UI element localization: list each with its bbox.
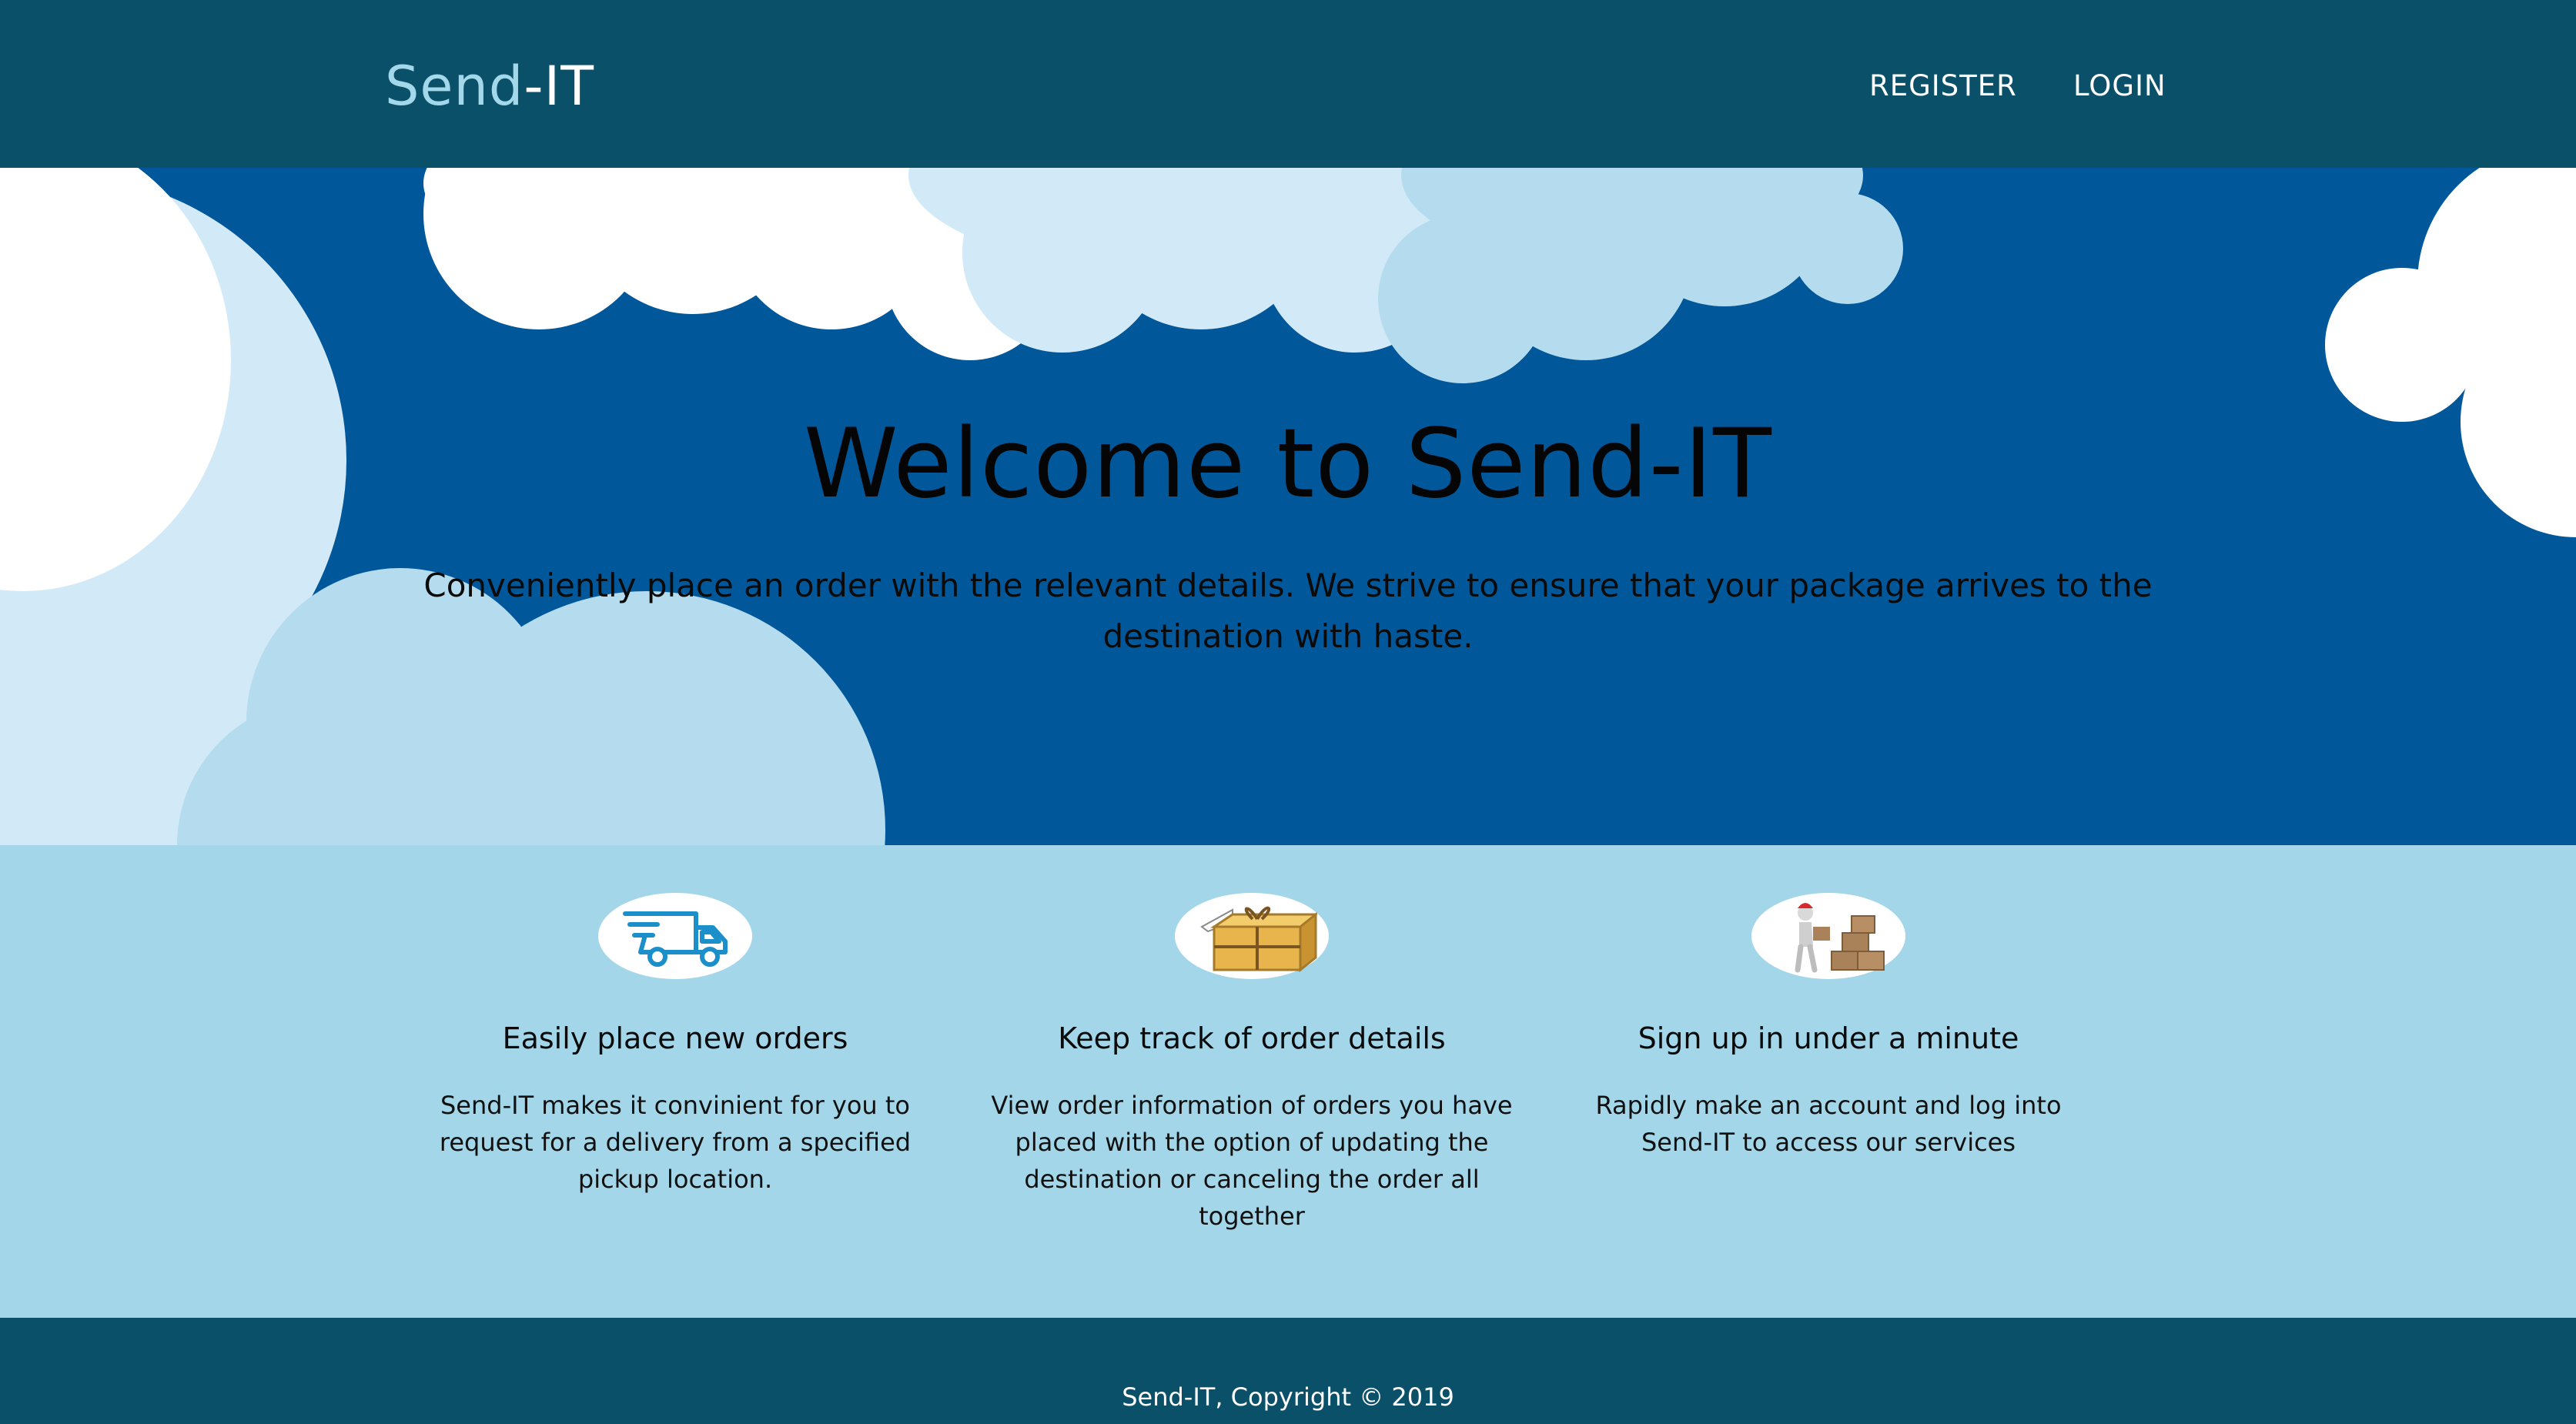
brand-part-send: Send <box>385 55 524 118</box>
register-link[interactable]: REGISTER <box>1869 65 2017 108</box>
feature-place-orders: Easily place new orders Send-IT makes it… <box>398 893 952 1198</box>
person-boxes-icon <box>1751 893 1905 979</box>
navbar: Send-IT REGISTER LOGIN <box>0 0 2576 168</box>
features-section: Easily place new orders Send-IT makes it… <box>0 845 2576 1318</box>
feature-title: Easily place new orders <box>502 1021 848 1055</box>
feature-title: Keep track of order details <box>1058 1021 1446 1055</box>
delivery-truck-icon <box>598 893 752 979</box>
hero-title: Welcome to Send-IT <box>804 409 1772 520</box>
hero-banner: Welcome to Send-IT Conveniently place an… <box>0 168 2576 845</box>
hero-subtitle: Conveniently place an order with the rel… <box>423 567 2153 655</box>
feature-sign-up: Sign up in under a minute Rapidly make a… <box>1551 893 2106 1161</box>
footer: Send-IT, Copyright © 2019 <box>0 1318 2576 1424</box>
feature-title: Sign up in under a minute <box>1638 1021 2019 1055</box>
feature-track-orders: Keep track of order details View order i… <box>975 893 1529 1235</box>
feature-text: View order information of orders you hav… <box>991 1091 1513 1231</box>
brand-logo[interactable]: Send-IT <box>385 48 594 125</box>
brand-part-it: -IT <box>524 55 594 118</box>
package-icon <box>1175 893 1329 979</box>
feature-text: Send-IT makes it convinient for you to r… <box>439 1091 912 1194</box>
feature-text: Rapidly make an account and log into Sen… <box>1595 1091 2062 1157</box>
footer-copyright: Send-IT, Copyright © 2019 <box>1122 1382 1454 1412</box>
login-link[interactable]: LOGIN <box>2073 65 2166 108</box>
